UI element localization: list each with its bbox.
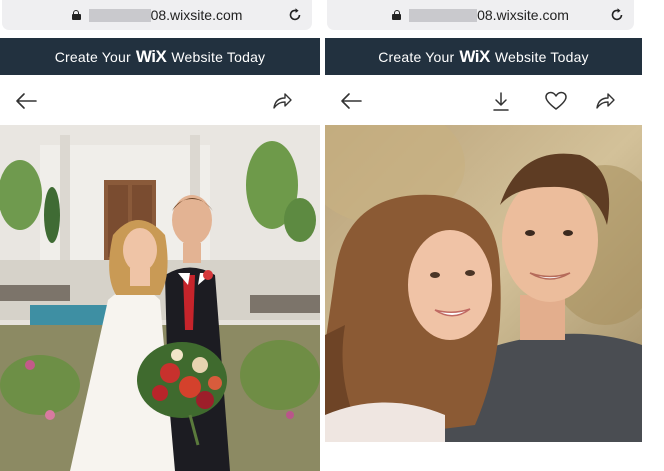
phone-screen-left: 08.wixsite.com Create Your WiX Website T… [0, 0, 320, 471]
browser-url-bar-area: 08.wixsite.com [325, 0, 642, 38]
wix-promo-banner[interactable]: Create Your WiX Website Today [0, 38, 320, 75]
media-toolbar [0, 75, 320, 125]
reload-icon[interactable] [286, 6, 304, 24]
wix-logo-text: WiX [135, 46, 167, 66]
phone-screen-right: 08.wixsite.com Create Your WiX Website T… [325, 0, 642, 471]
url-domain: 08.wixsite.com [150, 7, 243, 23]
heart-icon[interactable] [544, 90, 568, 112]
banner-prefix: Create Your [378, 48, 455, 65]
redacted-url-segment [409, 8, 478, 22]
lock-icon [392, 10, 402, 20]
address-bar[interactable]: 08.wixsite.com [327, 0, 634, 30]
couple-photo[interactable] [325, 125, 642, 442]
browser-url-bar-area: 08.wixsite.com [0, 0, 320, 38]
banner-suffix: Website Today [171, 48, 266, 65]
media-toolbar [325, 75, 642, 125]
share-icon[interactable] [270, 90, 294, 112]
share-icon[interactable] [593, 90, 617, 112]
back-arrow-icon[interactable] [14, 90, 38, 112]
address-bar[interactable]: 08.wixsite.com [2, 0, 312, 30]
lock-icon [71, 10, 81, 20]
wix-logo-text: WiX [459, 46, 490, 66]
wix-promo-banner[interactable]: Create Your WiX Website Today [325, 38, 642, 75]
wedding-couple-image [0, 125, 320, 471]
wedding-photo[interactable] [0, 125, 320, 471]
banner-suffix: Website Today [494, 48, 589, 65]
back-arrow-icon[interactable] [339, 90, 363, 112]
couple-closeup-image [325, 125, 642, 442]
url-domain: 08.wixsite.com [477, 7, 569, 23]
download-icon[interactable] [489, 90, 513, 112]
redacted-url-segment [88, 8, 151, 22]
banner-prefix: Create Your [54, 48, 131, 65]
reload-icon[interactable] [608, 6, 626, 24]
